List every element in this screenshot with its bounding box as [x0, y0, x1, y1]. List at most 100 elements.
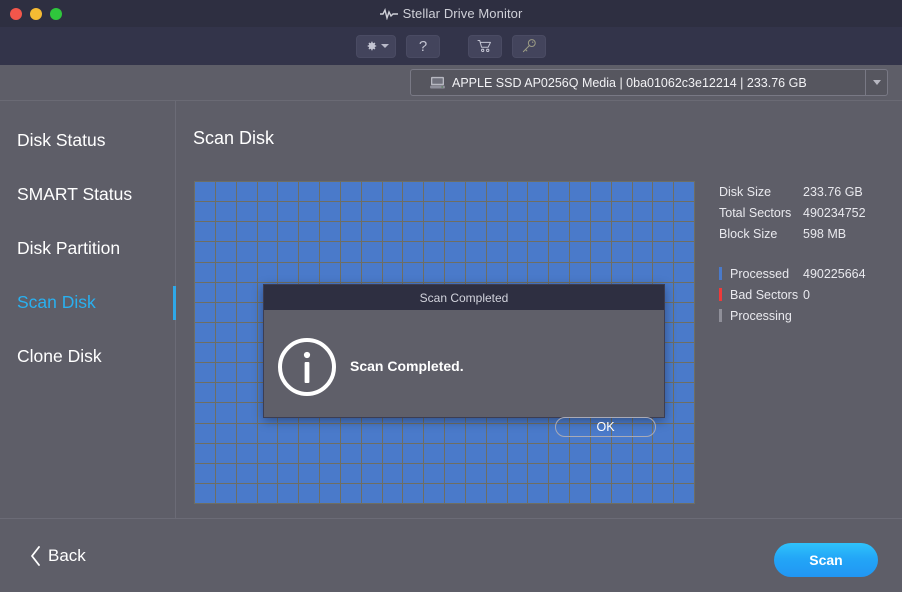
drive-selector-value: APPLE SSD AP0256Q Media | 0ba01062c3e122… [452, 75, 807, 90]
scan-grid-cell [236, 282, 257, 302]
scan-grid-cell [653, 242, 674, 262]
scan-grid-cell [299, 222, 319, 242]
scan-grid-cell [382, 222, 403, 242]
scan-grid-cell [257, 222, 278, 242]
scan-grid-cell [236, 202, 257, 222]
scan-grid-cell [424, 262, 444, 282]
scan-grid-cell [570, 222, 590, 242]
scan-grid-cell [236, 363, 257, 383]
scan-grid-cell [465, 483, 486, 503]
scan-grid-cell [653, 182, 674, 202]
scan-grid-cell [674, 282, 694, 302]
scan-grid-cell [195, 322, 215, 342]
scan-grid-cell [403, 222, 424, 242]
scan-grid-cell [445, 262, 465, 282]
activate-button[interactable] [512, 34, 546, 58]
sidebar-item-label: SMART Status [17, 183, 133, 204]
scan-grid-cell [278, 242, 299, 262]
scan-grid-cell [299, 443, 319, 463]
scan-grid-cell [257, 423, 278, 443]
scan-completed-dialog: Scan Completed Scan Completed. OK [263, 284, 665, 437]
scan-grid-cell [590, 202, 611, 222]
scan-grid-cell [653, 443, 674, 463]
scan-grid-cell [320, 443, 340, 463]
ok-button-label: OK [596, 420, 615, 434]
settings-button[interactable] [356, 34, 396, 58]
scan-grid-cell [403, 423, 424, 443]
scan-grid-cell [611, 202, 632, 222]
scan-grid-cell [445, 443, 465, 463]
scan-grid-cell [195, 383, 215, 403]
scan-grid-cell [674, 182, 694, 202]
scan-grid-cell [465, 262, 486, 282]
scan-grid-cell [340, 463, 361, 483]
footer-bar: Back [0, 518, 902, 592]
scan-grid-cell [195, 242, 215, 262]
scan-button[interactable]: Scan [774, 543, 878, 577]
scan-grid-cell [507, 222, 528, 242]
scan-grid-cell [215, 322, 236, 342]
scan-grid-cell [424, 182, 444, 202]
scan-grid-cell [465, 443, 486, 463]
scan-grid-cell [507, 443, 528, 463]
scan-grid-cell [320, 423, 340, 443]
scan-grid-cell [215, 363, 236, 383]
scan-grid-cell [340, 182, 361, 202]
scan-grid-cell [465, 182, 486, 202]
back-button[interactable]: Back [30, 546, 86, 566]
help-button[interactable]: ? [406, 34, 440, 58]
scan-grid-cell [278, 423, 299, 443]
scan-grid-cell [382, 202, 403, 222]
ok-button[interactable]: OK [555, 417, 656, 437]
scan-grid-cell [570, 443, 590, 463]
scan-grid-cell [632, 242, 653, 262]
sidebar-item-smart-status[interactable]: SMART Status [0, 167, 176, 221]
sidebar-item-clone-disk[interactable]: Clone Disk [0, 329, 176, 383]
scan-grid-cell [674, 403, 694, 423]
scan-grid-cell [299, 202, 319, 222]
info-value: 598 MB [803, 226, 847, 241]
scan-grid-cell [570, 182, 590, 202]
scan-grid-cell [257, 262, 278, 282]
drive-selector-arrow-box[interactable] [865, 70, 887, 95]
scan-grid-cell [299, 242, 319, 262]
legend-label: Bad Sectors [730, 287, 799, 302]
scan-grid-cell [257, 463, 278, 483]
scan-grid-cell [382, 242, 403, 262]
drive-selector-dropdown[interactable]: APPLE SSD AP0256Q Media | 0ba01062c3e122… [410, 69, 888, 96]
scan-grid-cell [570, 483, 590, 503]
scan-grid-cell [611, 222, 632, 242]
scan-grid-cell [424, 463, 444, 483]
scan-grid-cell [424, 443, 444, 463]
scan-grid-cell [632, 182, 653, 202]
scan-grid-cell [215, 483, 236, 503]
scan-grid-cell [236, 403, 257, 423]
scan-grid-cell [611, 262, 632, 282]
scan-grid-cell [257, 182, 278, 202]
scan-button-label: Scan [809, 552, 843, 568]
scan-grid-cell [403, 182, 424, 202]
scan-grid-cell [299, 463, 319, 483]
legend-row-processing: Processing [719, 305, 894, 326]
scan-grid-cell [382, 182, 403, 202]
scan-grid-cell [590, 463, 611, 483]
scan-grid-cell [403, 463, 424, 483]
scan-grid-cell [445, 202, 465, 222]
scan-grid-cell [528, 262, 549, 282]
sidebar-item-scan-disk[interactable]: Scan Disk [0, 275, 176, 329]
sidebar-item-disk-status[interactable]: Disk Status [0, 113, 176, 167]
title-bar: Stellar Drive Monitor [0, 0, 902, 27]
scan-grid-cell [299, 262, 319, 282]
scan-grid-cell [299, 182, 319, 202]
sidebar-item-disk-partition[interactable]: Disk Partition [0, 221, 176, 275]
scan-grid-cell [570, 242, 590, 262]
scan-grid-cell [382, 463, 403, 483]
buy-button[interactable] [468, 34, 502, 58]
toolbar: ? [0, 27, 902, 65]
info-value: 490234752 [803, 205, 866, 220]
scan-grid-cell [340, 222, 361, 242]
scan-grid-cell [236, 302, 257, 322]
scan-grid-cell [424, 242, 444, 262]
back-button-label: Back [48, 546, 86, 565]
scan-grid-cell [549, 463, 569, 483]
